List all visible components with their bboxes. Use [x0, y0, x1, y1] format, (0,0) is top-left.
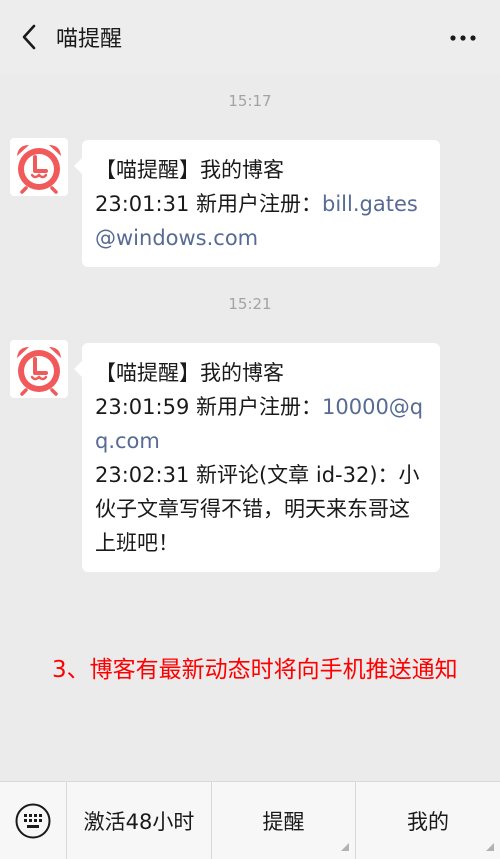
- message-line: 23:01:31 新用户注册：bill.gates@windows.com: [95, 187, 428, 255]
- keyboard-icon: [15, 803, 51, 838]
- more-options-button[interactable]: [448, 26, 478, 50]
- menu-item-label: 我的: [407, 809, 449, 834]
- submenu-indicator-icon: [341, 843, 349, 851]
- annotation-note: 3、博客有最新动态时将向手机推送通知: [52, 657, 458, 683]
- message-text: 23:01:59 新用户注册：: [95, 395, 322, 419]
- message-line: 23:01:59 新用户注册：10000@qq.com: [95, 390, 428, 458]
- message-text: 23:01:31 新用户注册：: [95, 192, 322, 216]
- menu-item-activate[interactable]: 激活48小时: [67, 782, 212, 859]
- more-dots-icon: [450, 35, 476, 41]
- message-comment: 23:02:31 新评论(文章 id-32)：小伙子文章写得不错，明天来东哥这上…: [95, 463, 420, 555]
- keyboard-toggle-button[interactable]: [0, 782, 67, 859]
- bottom-menu-bar: 激活48小时 提醒 我的: [0, 781, 500, 859]
- menu-item-label: 提醒: [262, 809, 305, 834]
- alarm-clock-icon: [17, 347, 61, 396]
- submenu-indicator-icon: [486, 843, 494, 851]
- menu-item-label: 激活48小时: [83, 809, 195, 834]
- message-bubble[interactable]: 【喵提醒】我的博客 23:01:31 新用户注册：bill.gates@wind…: [74, 140, 440, 267]
- message-bubble[interactable]: 【喵提醒】我的博客 23:01:59 新用户注册：10000@qq.com 23…: [74, 343, 440, 572]
- chat-header: 喵提醒: [0, 0, 500, 74]
- chevron-left-icon: [22, 24, 36, 50]
- message-title: 【喵提醒】我的博客: [95, 361, 284, 385]
- message-timestamp: 15:21: [228, 295, 272, 313]
- avatar[interactable]: [10, 340, 68, 398]
- message-timestamp: 15:17: [228, 92, 272, 110]
- message-title: 【喵提醒】我的博客: [95, 158, 284, 182]
- back-button[interactable]: [14, 22, 44, 52]
- alarm-clock-icon: [17, 145, 61, 194]
- menu-item-mine[interactable]: 我的: [356, 782, 500, 859]
- menu-item-remind[interactable]: 提醒: [212, 782, 356, 859]
- avatar[interactable]: [10, 138, 68, 196]
- chat-title: 喵提醒: [56, 27, 123, 52]
